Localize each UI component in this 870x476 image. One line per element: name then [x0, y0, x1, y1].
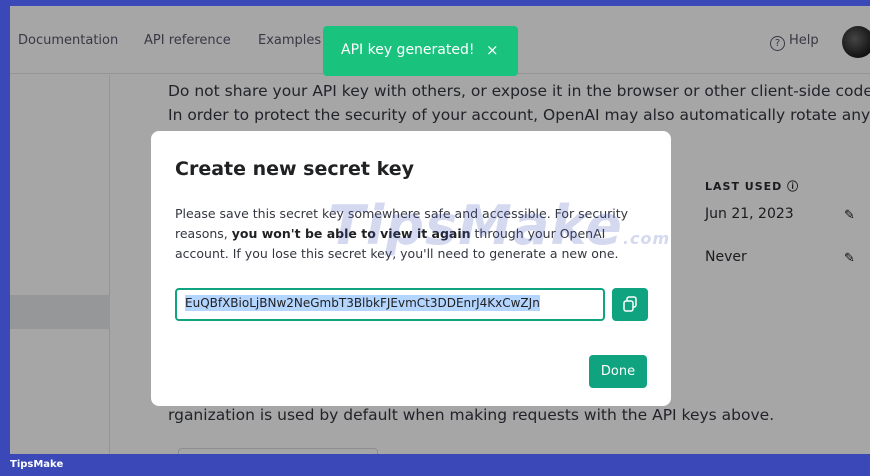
copy-button[interactable] [612, 288, 648, 321]
create-secret-key-dialog: Create new secret key Please save this s… [151, 131, 671, 406]
done-button[interactable]: Done [589, 355, 647, 388]
footer-brand: TipsMake [10, 459, 64, 470]
secret-key-value: EuQBfXBioLjBNw2NeGmbT3BlbkFJEvmCt3DDEnrJ… [185, 295, 540, 311]
footer-bar: TipsMake [0, 454, 870, 476]
dialog-title: Create new secret key [175, 158, 414, 180]
app-window: Documentation API reference Examples ? He… [10, 6, 870, 454]
close-icon[interactable]: × [486, 41, 499, 59]
toast-message: API key generated! [341, 42, 475, 58]
copy-icon [623, 296, 637, 312]
secret-key-field[interactable]: EuQBfXBioLjBNw2NeGmbT3BlbkFJEvmCt3DDEnrJ… [175, 288, 605, 321]
api-key-generated-toast: API key generated! × [323, 26, 518, 76]
tipsmake-watermark: TipsMake.com [328, 194, 671, 257]
